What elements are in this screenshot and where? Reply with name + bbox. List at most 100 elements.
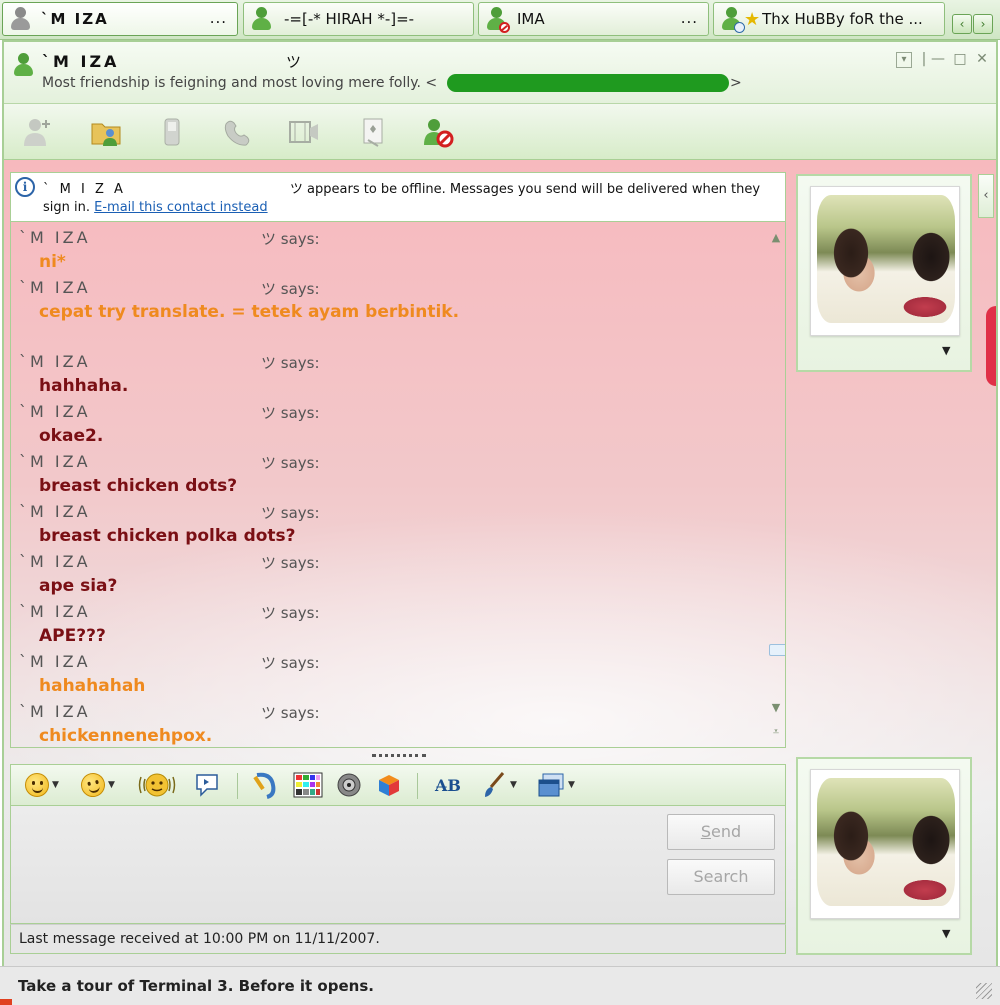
voice-clip-button[interactable] [193, 771, 221, 799]
wink-button[interactable]: ▼ [78, 770, 115, 800]
offline-notice-line2: sign in. E-mail this contact instead [43, 200, 268, 215]
message-item: `M IZA ツ says: okae2. [11, 402, 755, 450]
conversation-tab-hirah[interactable]: -=[-* HIRAH *-]=- [243, 2, 474, 36]
message-input-area[interactable]: Send Search [10, 806, 786, 924]
background-button[interactable] [293, 771, 323, 799]
picture-options-button[interactable]: ▼ [942, 344, 950, 357]
offline-contact-symbol: ツ [289, 182, 303, 197]
message-text: hahhaha. [39, 376, 129, 396]
window-icon [538, 773, 564, 797]
message-says-label: ツ says: [261, 354, 320, 372]
dropdown-arrow-icon: ▼ [942, 344, 951, 357]
side-panel-collapse-button[interactable]: ‹ [978, 174, 994, 218]
conversation-toolbar [4, 104, 996, 160]
voice-call-button[interactable] [152, 114, 192, 152]
message-text: chickennenehpox. [39, 726, 213, 746]
message-sender: `M IZA [19, 452, 91, 471]
message-text: okae2. [39, 426, 104, 446]
redaction-scribble [447, 74, 729, 92]
message-sender: `M IZA [19, 278, 91, 297]
tab-label: Thx HuBBy foR the ... [762, 10, 923, 28]
send-button[interactable]: Send [667, 814, 775, 850]
color-button[interactable]: ▼ [481, 771, 517, 799]
user-green-icon [250, 6, 272, 32]
dropdown-caret-icon: ▼ [568, 780, 575, 790]
chevron-left-icon: ‹ [959, 17, 965, 31]
dropdown-arrow-icon: ▼ [942, 927, 951, 940]
message-item: `M IZA ツ says: hahahahah [11, 652, 755, 700]
arrow-up-icon: ▲ [771, 231, 781, 244]
chevron-left-icon: ‹ [983, 188, 989, 203]
close-button[interactable]: ✕ [974, 52, 990, 68]
maximize-button[interactable]: □ [952, 52, 968, 68]
video-call-button[interactable] [284, 114, 324, 152]
nudge-button[interactable] [137, 771, 177, 799]
message-says-label: ツ says: [261, 454, 320, 472]
block-contact-button[interactable] [418, 114, 458, 152]
invite-contact-button[interactable] [18, 114, 58, 152]
tab-ellipsis: ... [209, 9, 227, 27]
message-item: `M IZA ツ says: ni* [11, 228, 755, 276]
games-activity-button[interactable] [375, 771, 403, 799]
scroll-down-button[interactable]: ▼ [770, 702, 782, 714]
window-menu-button[interactable]: ▾ [896, 52, 912, 68]
display-picture-button[interactable]: ▼ [537, 771, 575, 799]
font-icon: A̶B [435, 775, 461, 795]
advertisement-link[interactable]: Take a tour of Terminal 3. Before it ope… [18, 977, 374, 995]
message-says-label: ツ says: [261, 404, 320, 422]
user-away-icon [720, 6, 745, 33]
info-icon: i [15, 177, 35, 197]
contact-status-icon [12, 52, 34, 78]
ink-button[interactable] [251, 771, 281, 799]
call-phone-button[interactable] [218, 114, 258, 152]
offline-notice: ` M I Z A ツ appears to be offline. Messag… [43, 178, 760, 197]
phone-icon [164, 118, 180, 146]
offline-contact-name: ` M I Z A [43, 182, 126, 197]
voice-clip-icon [196, 774, 218, 797]
dropdown-caret-icon: ▼ [510, 780, 517, 790]
own-photo [817, 778, 955, 906]
scroll-up-button[interactable]: ▲ [770, 232, 782, 244]
conversation-tab-miza[interactable]: `M IZA ... [2, 2, 238, 36]
resize-grip-icon[interactable] [976, 983, 992, 999]
conversation-tab-ima[interactable]: IMA ... [478, 2, 709, 36]
brush-icon [485, 772, 505, 797]
send-files-button[interactable] [86, 114, 126, 152]
search-button[interactable]: Search [667, 859, 775, 895]
send-hotkey: S [700, 822, 711, 841]
email-contact-link[interactable]: E-mail this contact instead [94, 200, 267, 215]
message-item: `M IZA ツ says: cepat try translate. = tete… [11, 278, 755, 326]
user-blocked-icon [485, 6, 510, 33]
tab-label: IMA [517, 10, 545, 28]
font-button[interactable]: A̶B [435, 771, 461, 799]
handset-icon [224, 120, 250, 146]
conversation-tab-hubby[interactable]: ★ Thx HuBBy foR the ... [713, 2, 945, 36]
invite-icon [24, 119, 50, 146]
message-sender: `M IZA [19, 702, 91, 721]
dropdown-caret-icon: ▼ [52, 780, 59, 790]
contact-display-picture-panel: ▼ [796, 174, 972, 372]
games-button[interactable] [354, 114, 394, 152]
advertisement-bar: Take a tour of Terminal 3. Before it ope… [0, 966, 1000, 1005]
close-icon: ✕ [976, 51, 988, 67]
conversation-history[interactable]: `M IZA ツ says: ni* `M IZA ツ says: cepat try t… [10, 222, 786, 748]
tab-scroll-left-button[interactable]: ‹ [952, 14, 972, 34]
message-text: ni* [39, 252, 66, 272]
sound-button[interactable] [335, 771, 363, 799]
menu-dropdown-icon: ▾ [901, 54, 907, 65]
history-scrollbar[interactable]: ▲ ▼ ⩡ [767, 222, 785, 747]
emoticon-button[interactable]: ▼ [25, 771, 59, 799]
own-display-picture[interactable] [810, 769, 960, 919]
speaker-icon [337, 773, 361, 797]
corner-decoration [0, 999, 12, 1005]
scroll-thumb[interactable] [769, 644, 785, 656]
contact-name-symbol: ツ [286, 53, 302, 71]
scroll-to-end-button[interactable]: ⩡ [770, 726, 782, 738]
own-picture-options-button[interactable]: ▼ [942, 927, 950, 940]
minimize-button[interactable]: — [930, 52, 946, 68]
personal-message: Most friendship is feigning and most lov… [42, 75, 438, 91]
pane-splitter-handle[interactable] [372, 754, 426, 760]
message-sender: `M IZA [19, 502, 91, 521]
contact-display-picture[interactable] [810, 186, 960, 336]
tab-scroll-right-button[interactable]: › [973, 14, 993, 34]
